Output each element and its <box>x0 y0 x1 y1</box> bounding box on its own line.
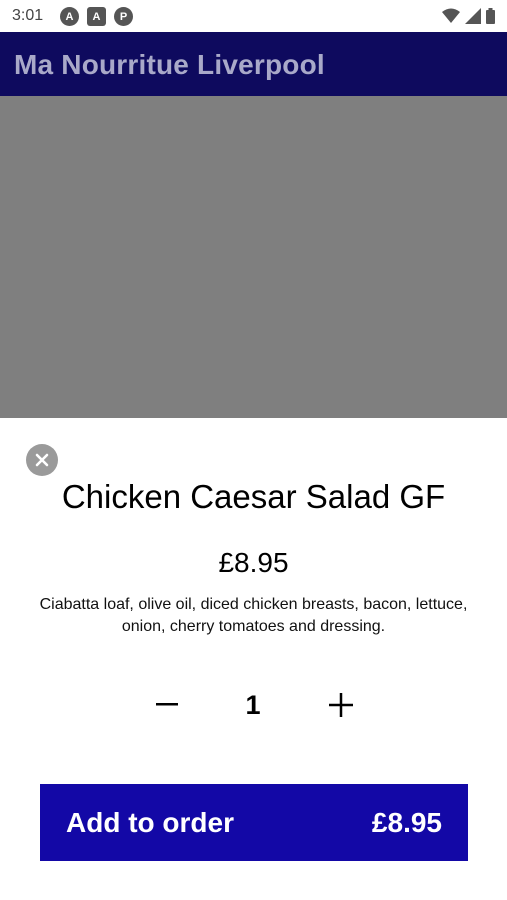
close-icon <box>35 453 49 467</box>
minus-icon <box>156 703 178 706</box>
item-price: £8.95 <box>218 547 289 578</box>
a-notification-icon: A <box>60 7 79 26</box>
item-title: Chicken Caesar Salad GF <box>61 478 446 515</box>
a-square-notification-icon: A <box>87 7 106 26</box>
status-bar: 3:01 A A P <box>0 0 507 32</box>
quantity-value: 1 <box>245 690 261 720</box>
signal-icon <box>465 8 481 24</box>
app-bar: Ma Nourritue Liverpool <box>0 32 507 96</box>
add-to-order-label: Add to order <box>66 807 234 838</box>
add-to-order-button[interactable]: Add to order £8.95 <box>40 784 468 861</box>
wifi-icon <box>442 8 460 23</box>
plus-icon <box>329 693 353 717</box>
p-notification-icon: P <box>114 7 133 26</box>
increase-quantity-button[interactable] <box>324 688 358 722</box>
status-time: 3:01 <box>12 7 44 24</box>
close-button[interactable] <box>26 444 58 476</box>
app-title: Ma Nourritue Liverpool <box>14 49 325 80</box>
item-image <box>0 96 507 418</box>
decrease-quantity-button[interactable] <box>150 688 184 722</box>
add-to-order-price: £8.95 <box>371 807 442 838</box>
system-icons <box>442 8 495 24</box>
notification-icons: A A P <box>60 7 133 26</box>
item-description: Ciabatta loaf, olive oil, diced chicken … <box>39 596 468 635</box>
battery-icon <box>486 8 495 24</box>
